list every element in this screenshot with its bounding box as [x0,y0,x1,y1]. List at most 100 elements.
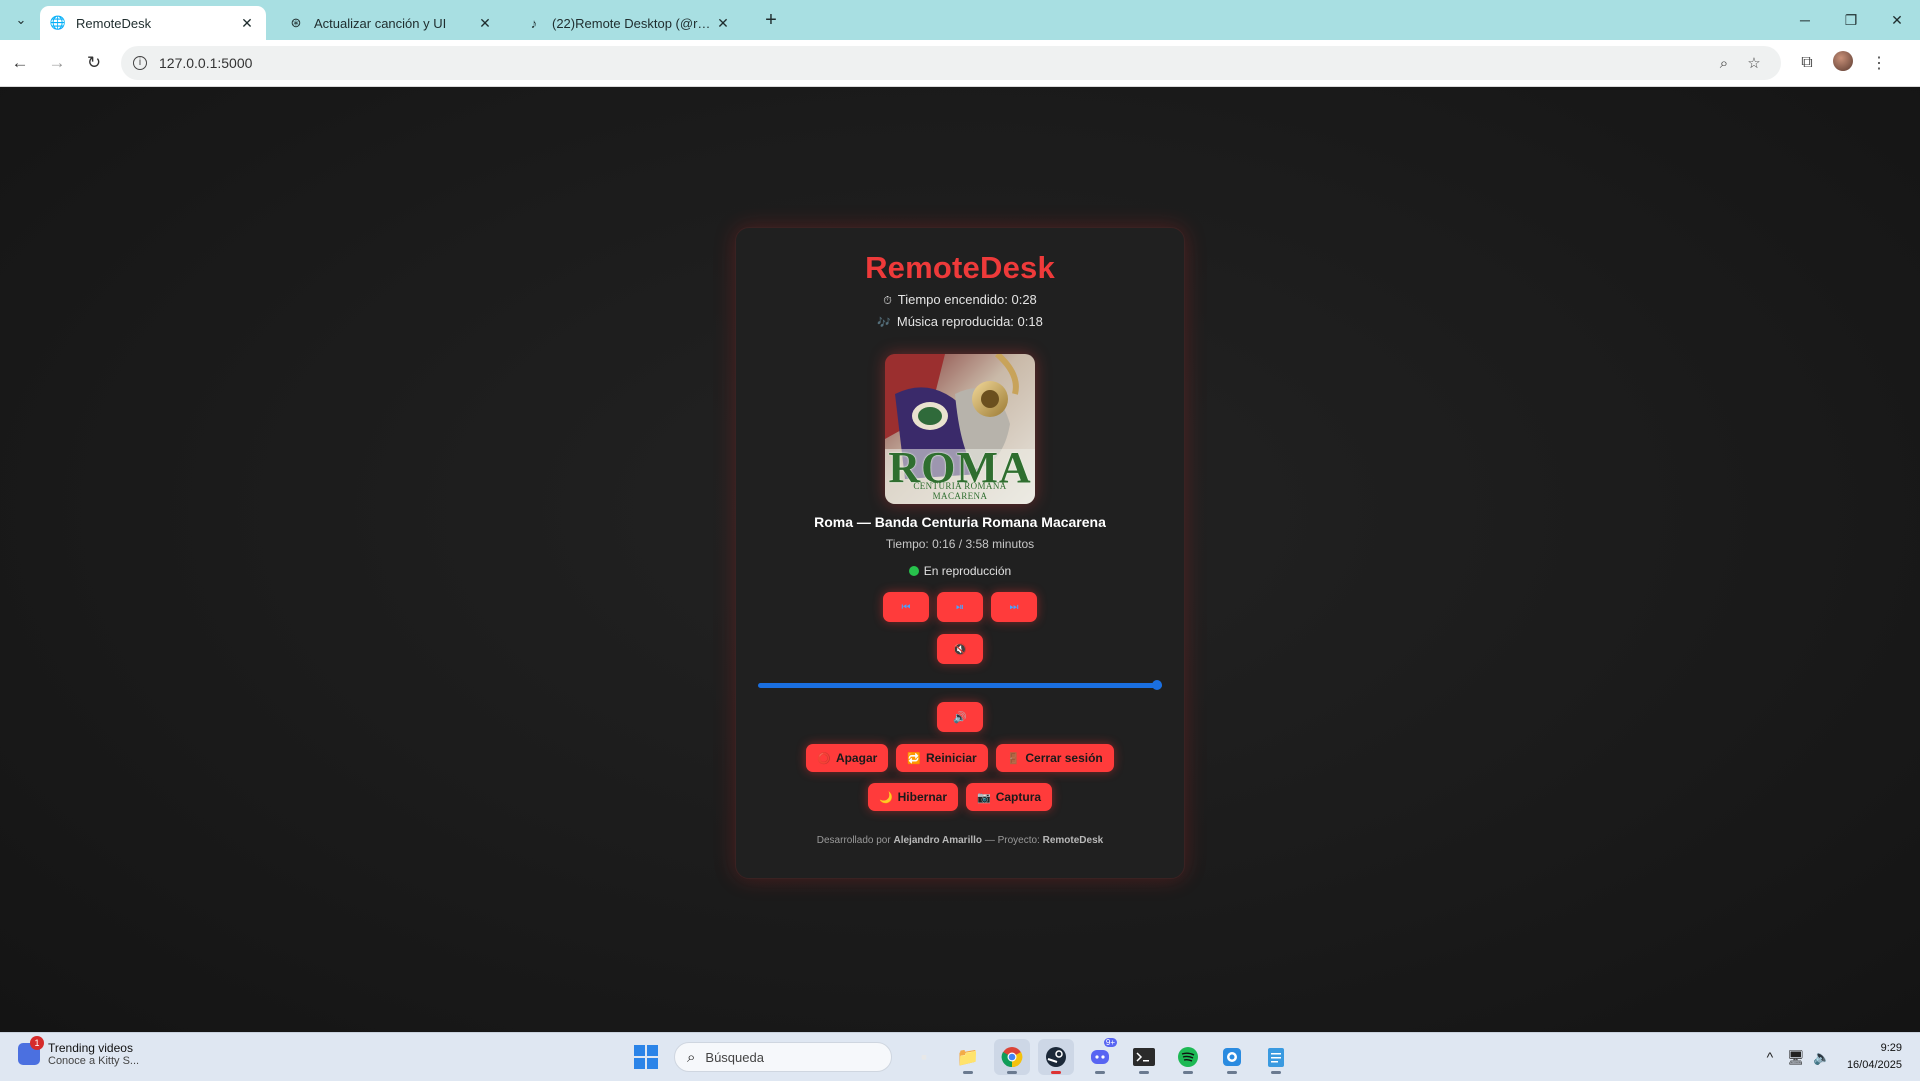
volume-row: 🔊 [736,702,1184,732]
previous-track-button[interactable]: ⏮ [883,592,929,622]
status-dot [908,566,919,576]
footer-author: Alejandro Amarillo [893,835,983,846]
app-title: RemoteDesk [865,250,1055,285]
url-text[interactable]: 127.0.0.1:5000 [159,55,1709,71]
clock-time: 9:29 [1880,1042,1902,1054]
song-title: Roma — Banda Centuria Romana Macarena [814,514,1106,530]
logout-label: Cerrar sesión [1025,751,1103,765]
music-time-label: Música reproducida: 0:18 [896,314,1043,329]
search-placeholder: Búsqueda [705,1049,764,1065]
system-tray: ^ 🖥 🔈 9:29 16/04/2025 [1757,1037,1902,1077]
album-cover-subtext: CENTURIA ROMANA MACARENA [913,481,1007,501]
windows-start-icon[interactable] [634,1045,658,1069]
album-cover: ROMA CENTURIA ROMANA MACARENA [885,354,1035,504]
tab-search-button[interactable]: ⌄ [8,7,34,33]
tab-title: (22)Remote Desktop (@remote [552,15,714,31]
file-explorer-icon[interactable]: 📁 [950,1039,986,1075]
volume-track[interactable] [758,683,1162,688]
volume-button[interactable]: 🔊 [937,702,983,732]
back-icon[interactable]: ← [3,46,37,80]
extensions-icon[interactable]: ⧉ [1789,54,1825,72]
steam-icon[interactable] [1038,1039,1074,1075]
shutdown-label: Apagar [835,751,878,765]
network-icon[interactable]: 🖥 [1783,1049,1809,1066]
playback-status: En reproducción [736,564,1184,578]
tab-chatgpt[interactable]: ⊛ Actualizar canción y UI ✕ [278,6,504,40]
close-window-icon[interactable]: ✕ [1874,0,1920,40]
window-controls: ─ ❐ ✕ [1782,0,1920,40]
next-track-button[interactable]: ⏭ [991,592,1037,622]
tab-tiktok[interactable]: ♪ (22)Remote Desktop (@remote ✕ [516,6,742,40]
music-note-icon: 🎶 [877,317,891,329]
browser-toolbar: ← → ↻ i 127.0.0.1:5000 ⌕ ☆ ⧉ ⋮ [0,40,1920,87]
volume-slider[interactable] [758,678,1162,692]
bookmark-star-icon[interactable]: ☆ [1739,54,1769,72]
uptime-label: Tiempo encendido: 0:28 [897,292,1037,307]
volume-thumb[interactable] [1152,680,1162,690]
shutdown-button[interactable]: ⭕ Apagar [806,744,889,772]
site-info-icon[interactable]: i [133,56,147,70]
volume-icon: 🔊 [953,711,967,724]
reload-icon[interactable]: ↻ [77,46,111,80]
forward-icon[interactable]: → [40,46,74,80]
close-tab-icon[interactable]: ✕ [238,15,256,32]
music-time-stat: 🎶 Música reproducida: 0:18 [736,314,1184,329]
zoom-icon[interactable]: ⌕ [1709,55,1739,72]
mute-button[interactable]: 🔇 [937,634,983,664]
mute-icon: 🔇 [953,643,967,656]
mute-row: 🔇 [736,634,1184,664]
door-icon: 🚪 [1006,752,1021,765]
play-pause-button[interactable]: ⏯ [937,592,983,622]
screenshot-label: Captura [995,790,1042,804]
next-track-icon: ⏭ [1009,601,1019,613]
logout-button[interactable]: 🚪 Cerrar sesión [995,744,1114,772]
taskbar-apps: ⌕ Búsqueda ▪ 📁 9+ [634,1038,1298,1075]
chevron-up-icon[interactable]: ^ [1757,1049,1783,1065]
widgets-button[interactable]: 1 Trending videos Conoce a Kitty S... [18,1036,139,1067]
play-pause-icon: ⏯ [956,601,964,613]
extra-actions-row: 🌙 Hibernar 📷 Captura [736,783,1184,811]
openai-icon: ⊛ [290,15,302,30]
close-tab-icon[interactable]: ✕ [476,15,494,32]
hibernate-button[interactable]: 🌙 Hibernar [867,783,958,811]
close-tab-icon[interactable]: ✕ [714,15,732,32]
screenshot-button[interactable]: 📷 Captura [966,783,1053,811]
menu-kebab-icon[interactable]: ⋮ [1861,53,1897,73]
camera-app-icon[interactable] [1214,1039,1250,1075]
footer-credits: Desarrollado por Alejandro Amarillo — Pr… [736,835,1184,846]
terminal-icon[interactable] [1126,1039,1162,1075]
restart-button[interactable]: 🔁 Reiniciar [896,744,988,772]
windows-taskbar: 1 Trending videos Conoce a Kitty S... ⌕ … [0,1032,1920,1081]
restart-label: Reiniciar [925,751,977,765]
profile-avatar[interactable] [1825,50,1861,76]
task-view-icon[interactable]: ▪ [906,1039,942,1075]
restore-icon[interactable]: ❐ [1828,0,1874,40]
chrome-icon[interactable] [994,1039,1030,1075]
taskbar-search[interactable]: ⌕ Búsqueda [674,1042,892,1072]
stopwatch-icon: ⏱ [883,295,892,307]
uptime-stat: ⏱ Tiempo encendido: 0:28 [736,292,1184,308]
tiktok-icon: ♪ [530,15,538,31]
clock-date: 16/04/2025 [1846,1059,1902,1071]
spotify-icon[interactable] [1170,1039,1206,1075]
discord-icon[interactable]: 9+ [1082,1038,1118,1075]
footer-prefix: Desarrollado por [816,835,891,846]
new-tab-button[interactable]: + [758,9,784,32]
minimize-icon[interactable]: ─ [1782,0,1828,40]
camera-icon: 📷 [977,791,991,804]
address-bar[interactable]: i 127.0.0.1:5000 ⌕ ☆ [121,46,1781,80]
remotedesk-panel: RemoteDesk ⏱ Tiempo encendido: 0:28 🎶 Músi… [735,227,1185,879]
speaker-icon[interactable]: 🔈 [1809,1049,1835,1066]
browser-tab-strip: ⌄ 🌐 RemoteDesk ✕ ⊛ Actualizar canción y … [0,0,1920,40]
globe-icon: 🌐 [49,15,67,30]
notepad-icon[interactable] [1258,1039,1294,1075]
playback-controls: ⏮ ⏯ ⏭ [736,592,1184,622]
search-icon: ⌕ [687,1048,696,1066]
previous-track-icon: ⏮ [901,601,911,613]
hibernate-label: Hibernar [897,790,947,804]
clock[interactable]: 9:29 16/04/2025 [1847,1040,1902,1074]
tab-remotedesk[interactable]: 🌐 RemoteDesk ✕ [40,6,266,40]
power-icon: ⭕ [817,752,831,765]
moon-icon: 🌙 [878,791,893,804]
widgets-badge: 1 [30,1036,44,1050]
